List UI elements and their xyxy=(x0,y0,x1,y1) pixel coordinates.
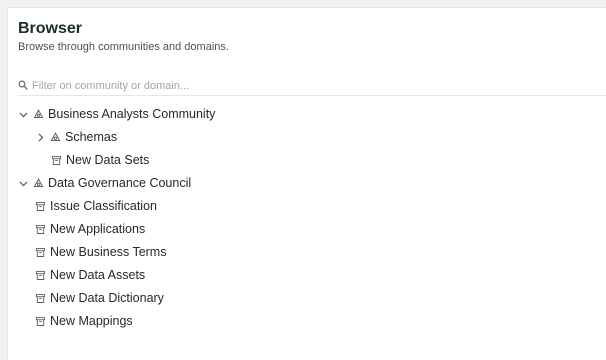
domain-icon xyxy=(35,201,46,212)
chevron-down-icon[interactable] xyxy=(18,178,28,188)
domain-icon xyxy=(35,224,46,235)
tree-item-label: New Data Dictionary xyxy=(50,291,164,305)
tree-item-new-business-terms[interactable]: New Business Terms xyxy=(35,241,166,263)
tree-item-label: Schemas xyxy=(65,130,118,144)
tree-item-issue-classification[interactable]: Issue Classification xyxy=(35,195,157,217)
search-icon xyxy=(18,77,28,95)
tree-item-new-applications[interactable]: New Applications xyxy=(35,218,145,240)
chevron-right-icon[interactable] xyxy=(35,132,45,142)
community-icon xyxy=(50,131,61,143)
tree-item-label: Data Governance Council xyxy=(48,176,192,190)
tree-item-schemas[interactable]: Schemas xyxy=(35,126,117,148)
tree-item-business-analysts-community[interactable]: Business Analysts Community xyxy=(18,103,215,125)
domain-icon xyxy=(51,155,62,166)
tree-item-label: Business Analysts Community xyxy=(48,107,216,121)
domain-icon xyxy=(35,316,46,327)
domain-icon xyxy=(35,247,46,258)
filter-input[interactable] xyxy=(28,76,432,95)
tree-item-label: New Data Assets xyxy=(50,268,146,282)
page-subtitle: Browse through communities and domains. xyxy=(18,41,229,53)
browser-panel: Browser Browse through communities and d… xyxy=(7,7,606,360)
community-icon xyxy=(33,177,44,189)
tree-item-data-governance-council[interactable]: Data Governance Council xyxy=(18,172,191,194)
tree-item-new-data-sets[interactable]: New Data Sets xyxy=(51,149,149,171)
tree-item-label: New Data Sets xyxy=(66,153,150,167)
tree-item-label: New Mappings xyxy=(50,314,133,328)
tree-item-new-data-dictionary[interactable]: New Data Dictionary xyxy=(35,287,164,309)
page-title: Browser xyxy=(18,20,83,37)
tree-item-new-data-assets[interactable]: New Data Assets xyxy=(35,264,145,286)
domain-icon xyxy=(35,270,46,281)
tree-item-label: Issue Classification xyxy=(50,199,157,213)
tree-item-label: New Applications xyxy=(50,222,146,236)
chevron-down-icon[interactable] xyxy=(18,109,28,119)
domain-icon xyxy=(35,293,46,304)
tree-item-new-mappings[interactable]: New Mappings xyxy=(35,310,133,332)
community-icon xyxy=(33,108,44,120)
tree-item-label: New Business Terms xyxy=(50,245,167,259)
filter-bar xyxy=(18,76,606,96)
